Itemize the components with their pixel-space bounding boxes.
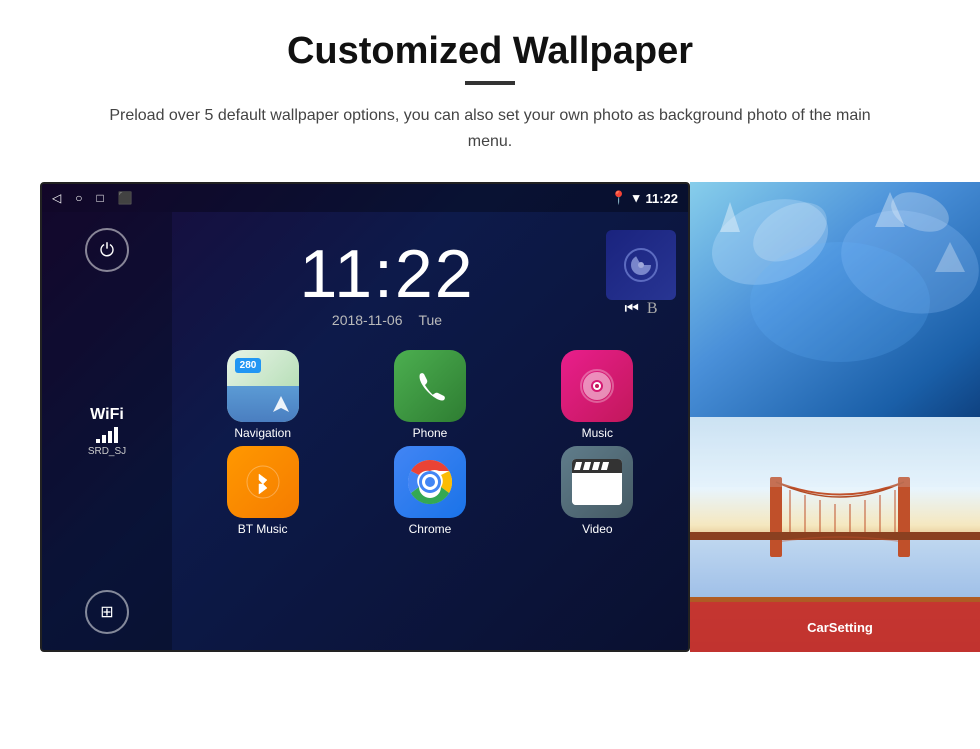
title-divider xyxy=(465,81,515,85)
clock-widget: 11:22 2018-11-06 Tue xyxy=(184,220,590,338)
wifi-bar-2 xyxy=(102,435,106,443)
wifi-bar-3 xyxy=(108,431,112,443)
home-icon[interactable]: ○ xyxy=(75,191,82,205)
carsetting-label: CarSetting xyxy=(807,620,873,635)
wallpaper-previews: CarSetting xyxy=(690,182,980,652)
media-album-art xyxy=(606,230,676,300)
page-title: Customized Wallpaper xyxy=(287,30,693,73)
screen-area: ◁ ○ □ ⬛ 📍 ▾ 11:22 ⏻ WiFi xyxy=(40,182,940,652)
app-chrome[interactable]: Chrome xyxy=(349,446,510,536)
app-video[interactable]: Video xyxy=(517,446,678,536)
sidebar: ⏻ WiFi SRD_SJ ⊞ xyxy=(42,212,172,650)
app-bt-music[interactable]: BT Music xyxy=(182,446,343,536)
screenshot-icon[interactable]: ⬛ xyxy=(118,191,133,205)
music-icon xyxy=(561,350,633,422)
clapper-top xyxy=(572,459,622,473)
prev-track-icon[interactable]: ⏮ xyxy=(624,300,638,318)
app-phone[interactable]: Phone xyxy=(349,350,510,440)
apps-grid-button[interactable]: ⊞ xyxy=(85,590,129,634)
wifi-bar-1 xyxy=(96,439,100,443)
wifi-bars xyxy=(96,427,118,443)
media-controls: ⏮ B xyxy=(624,300,657,318)
video-icon xyxy=(561,446,633,518)
clock-time: 11:22 xyxy=(299,240,474,308)
wifi-area: WiFi SRD_SJ xyxy=(88,406,126,457)
phone-label: Phone xyxy=(413,426,448,440)
wallpaper-city[interactable]: CarSetting xyxy=(690,417,980,652)
clock-media-row: 11:22 2018-11-06 Tue xyxy=(172,212,688,342)
bt-music-icon xyxy=(227,446,299,518)
clapper-stripe-2 xyxy=(583,462,591,470)
wifi-bar-4 xyxy=(114,427,118,443)
apps-grid: 280 Navigation xyxy=(172,342,688,544)
back-icon[interactable]: ◁ xyxy=(52,191,61,205)
clock-day-value: Tue xyxy=(418,312,442,328)
clapper-stripe-3 xyxy=(592,462,600,470)
phone-icon xyxy=(394,350,466,422)
clapper-board xyxy=(572,459,622,505)
nav-buttons: ◁ ○ □ ⬛ xyxy=(52,191,133,205)
clock-date: 2018-11-06 Tue xyxy=(332,312,442,328)
bt-music-label: BT Music xyxy=(238,522,288,536)
chrome-icon xyxy=(394,446,466,518)
navigation-icon: 280 xyxy=(227,350,299,422)
wifi-icon: ▾ xyxy=(633,190,640,206)
clapper-stripe-1 xyxy=(574,462,582,470)
location-icon: 📍 xyxy=(611,190,627,206)
wallpaper-ice[interactable] xyxy=(690,182,980,417)
status-indicators: 📍 ▾ 11:22 xyxy=(611,190,678,206)
app-music[interactable]: Music xyxy=(517,350,678,440)
clapper-bottom xyxy=(572,473,622,505)
chrome-label: Chrome xyxy=(409,522,452,536)
status-time: 11:22 xyxy=(645,191,678,206)
main-area: 11:22 2018-11-06 Tue xyxy=(172,212,688,650)
app-navigation[interactable]: 280 Navigation xyxy=(182,350,343,440)
navigation-label: Navigation xyxy=(234,426,291,440)
clapper-stripe-4 xyxy=(601,462,609,470)
status-bar: ◁ ○ □ ⬛ 📍 ▾ 11:22 xyxy=(42,184,688,212)
power-button[interactable]: ⏻ xyxy=(85,228,129,272)
music-label: Music xyxy=(582,426,613,440)
recents-icon[interactable]: □ xyxy=(96,191,103,205)
video-label: Video xyxy=(582,522,612,536)
android-screen: ◁ ○ □ ⬛ 📍 ▾ 11:22 ⏻ WiFi xyxy=(40,182,690,652)
wifi-label: WiFi xyxy=(90,406,124,424)
screen-content: ⏻ WiFi SRD_SJ ⊞ xyxy=(42,212,688,650)
carsetting-overlay[interactable]: CarSetting xyxy=(690,602,980,652)
nav-badge: 280 xyxy=(235,358,262,373)
page-subtitle: Preload over 5 default wallpaper options… xyxy=(100,103,880,154)
media-player: ⏮ B xyxy=(606,220,676,318)
next-track-icon[interactable]: B xyxy=(647,300,658,318)
clock-date-value: 2018-11-06 xyxy=(332,312,403,328)
wifi-ssid: SRD_SJ xyxy=(88,446,126,457)
